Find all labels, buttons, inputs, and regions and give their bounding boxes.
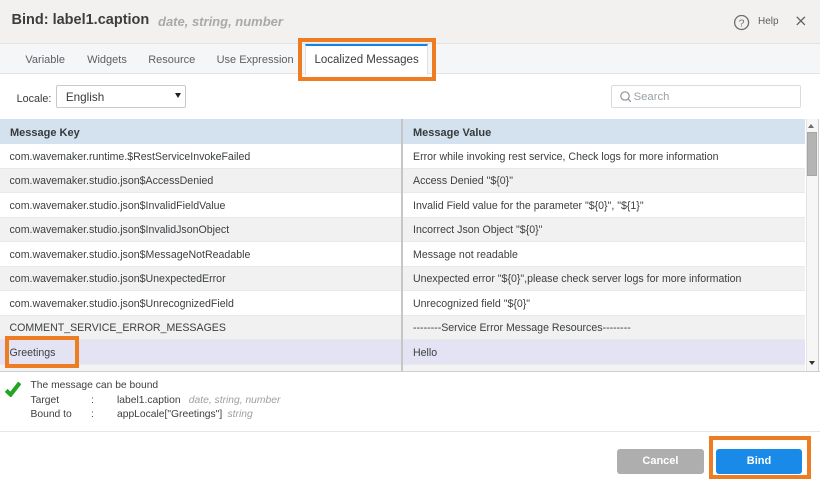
svg-text:?: ?: [739, 18, 745, 29]
